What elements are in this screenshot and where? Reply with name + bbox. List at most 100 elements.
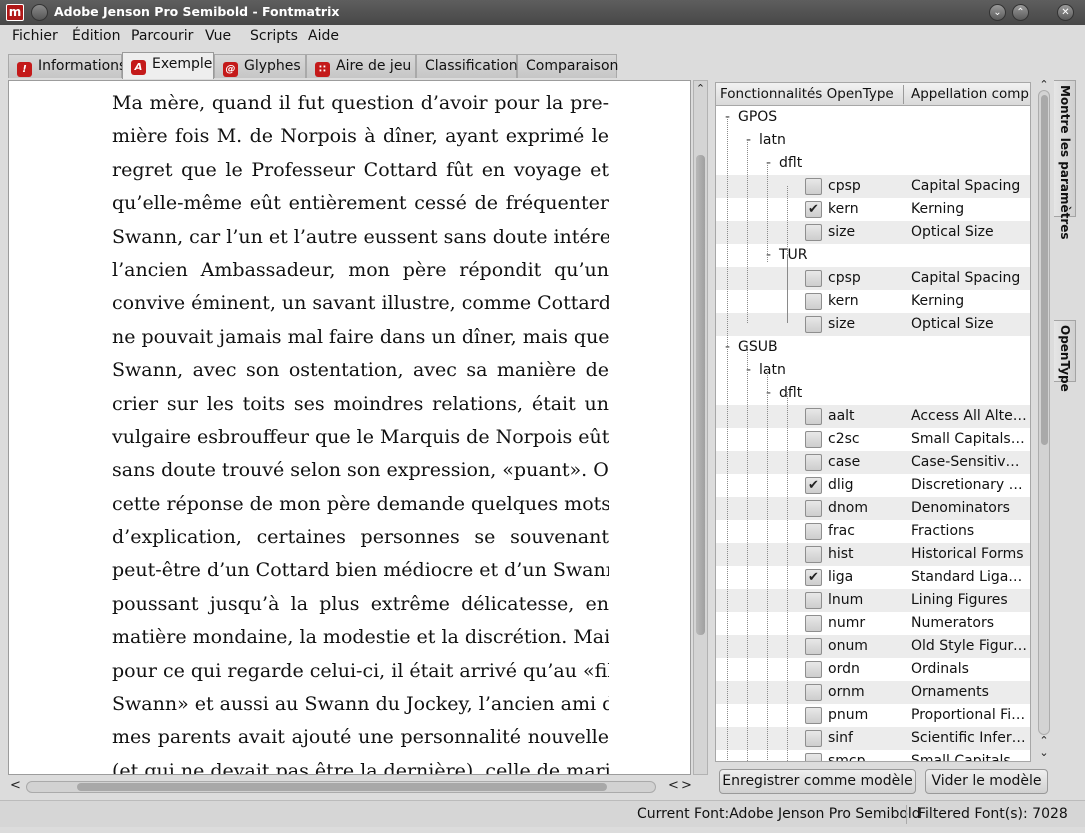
feature-tag: smcp	[828, 753, 866, 762]
sidetab-opentype[interactable]: OpenType	[1054, 320, 1076, 392]
feature-checkbox[interactable]	[805, 270, 822, 287]
feature-checkbox[interactable]	[805, 293, 822, 310]
header-separator[interactable]	[903, 85, 904, 104]
feature-row-dnom[interactable]: dnom Denominators	[716, 497, 1030, 520]
fontmatrix-app-icon[interactable]: m	[6, 4, 24, 21]
feature-checkbox[interactable]	[805, 431, 822, 448]
sample-vertical-scrollbar[interactable]: ⌃	[693, 80, 708, 775]
feature-row-size[interactable]: size Optical Size	[716, 221, 1030, 244]
feature-checkbox[interactable]	[805, 707, 822, 724]
tab-informations[interactable]: ! Informations	[8, 54, 126, 78]
feature-row-frac[interactable]: frac Fractions	[716, 520, 1030, 543]
tab-glyphes[interactable]: @ Glyphes	[214, 54, 306, 78]
feature-row-pnum[interactable]: pnum Proportional Fig…	[716, 704, 1030, 727]
tab-classification[interactable]: Classification	[416, 54, 518, 78]
feature-checkbox[interactable]	[805, 500, 822, 517]
feature-row-aalt[interactable]: aalt Access All Alter…	[716, 405, 1030, 428]
tree-node-latn[interactable]: - latn	[716, 129, 1030, 152]
window-menu-button[interactable]	[31, 4, 48, 21]
tree-vertical-scrollbar[interactable]: ⌃ ⌃ ⌄	[1037, 78, 1051, 762]
feature-row-liga[interactable]: ✔ liga Standard Ligatu…	[716, 566, 1030, 589]
scroll-left-icon[interactable]: <	[10, 778, 21, 793]
feature-tag: c2sc	[828, 431, 860, 447]
scroll-up-icon[interactable]: ⌃	[694, 82, 707, 95]
feature-checkbox[interactable]	[805, 178, 822, 195]
sample-horizontal-scrollbar[interactable]: < < >	[8, 778, 692, 796]
menu-vue[interactable]: Vue	[205, 28, 231, 44]
feature-checkbox[interactable]	[805, 661, 822, 678]
feature-full-name: Capital Spacing	[911, 178, 1021, 194]
tree-scroll-track[interactable]	[1038, 90, 1050, 735]
close-icon[interactable]: ✕	[1057, 4, 1074, 21]
menu-aide[interactable]: Aide	[308, 28, 339, 44]
save-template-button[interactable]: Enregistrer comme modèle	[719, 769, 916, 794]
sample-line: l’ancien Ambassadeur, mon père répondit …	[112, 258, 609, 281]
feature-row-cpsp[interactable]: cpsp Capital Spacing	[716, 267, 1030, 290]
sample-line: poussant jusqu’à la plus extrême délicat…	[112, 592, 609, 615]
feature-checkbox[interactable]	[805, 546, 822, 563]
horizontal-scroll-track[interactable]	[26, 781, 656, 793]
clear-template-button[interactable]: Vider le modèle	[925, 769, 1048, 794]
scroll-left-icon-right[interactable]: <	[668, 778, 679, 793]
menu-edition[interactable]: Édition	[72, 28, 120, 44]
tab-comparaison[interactable]: Comparaison	[517, 54, 618, 78]
feature-row-smcp[interactable]: smcp Small Capitals	[716, 750, 1030, 762]
feature-full-name: Standard Ligatu…	[911, 569, 1027, 585]
feature-row-case[interactable]: case Case-Sensitive …	[716, 451, 1030, 474]
feature-checkbox[interactable]	[805, 753, 822, 761]
scroll-right-icon[interactable]: >	[681, 778, 692, 793]
tree-node-tur[interactable]: - TUR	[716, 244, 1030, 267]
feature-row-ornm[interactable]: ornm Ornaments	[716, 681, 1030, 704]
tree-scroll-down-icon[interactable]: ⌄	[1037, 746, 1051, 759]
feature-checkbox[interactable]	[805, 615, 822, 632]
menu-scripts[interactable]: Scripts	[250, 28, 298, 44]
horizontal-scroll-thumb[interactable]	[77, 783, 607, 791]
sample-scroll-thumb[interactable]	[696, 155, 705, 635]
feature-checkbox[interactable]	[805, 730, 822, 747]
tree-node-gsub[interactable]: -GSUB	[716, 336, 1030, 359]
sidetab-parameters[interactable]: Montre les paramètres	[1054, 80, 1076, 240]
tab-aire-de-jeu[interactable]: ∷ Aire de jeu	[306, 54, 416, 78]
feature-checkbox[interactable]	[805, 684, 822, 701]
tree-header: Fonctionnalités OpenType Appellation com…	[716, 83, 1030, 106]
feature-tag: sinf	[828, 730, 853, 746]
feature-row-lnum[interactable]: lnum Lining Figures	[716, 589, 1030, 612]
tree-scroll-thumb[interactable]	[1041, 95, 1048, 445]
feature-checkbox[interactable]: ✔	[805, 477, 822, 494]
feature-checkbox[interactable]	[805, 523, 822, 540]
minimize-icon[interactable]: ⌄	[989, 4, 1006, 21]
feature-checkbox[interactable]	[805, 592, 822, 609]
feature-row-dlig[interactable]: ✔ dlig Discretionary Li…	[716, 474, 1030, 497]
tree-node-latn[interactable]: - latn	[716, 359, 1030, 382]
feature-row-kern[interactable]: kern Kerning	[716, 290, 1030, 313]
feature-row-size[interactable]: size Optical Size	[716, 313, 1030, 336]
opentype-features-tree[interactable]: Fonctionnalités OpenType Appellation com…	[715, 82, 1031, 762]
feature-checkbox[interactable]: ✔	[805, 569, 822, 586]
feature-row-c2sc[interactable]: c2sc Small Capitals …	[716, 428, 1030, 451]
feature-row-ordn[interactable]: ordn Ordinals	[716, 658, 1030, 681]
tree-node-dflt[interactable]: - dflt	[716, 152, 1030, 175]
sample-text-view[interactable]: Ma mère, quand il fut question d’avoir p…	[8, 80, 691, 775]
feature-checkbox[interactable]	[805, 638, 822, 655]
tree-node-gpos[interactable]: -GPOS	[716, 106, 1030, 129]
feature-row-hist[interactable]: hist Historical Forms	[716, 543, 1030, 566]
feature-row-sinf[interactable]: sinf Scientific Inferiors	[716, 727, 1030, 750]
feature-checkbox[interactable]	[805, 224, 822, 241]
feature-checkbox[interactable]	[805, 316, 822, 333]
maximize-icon[interactable]: ⌃	[1012, 4, 1029, 21]
header-features[interactable]: Fonctionnalités OpenType	[720, 86, 894, 102]
sample-text: Ma mère, quand il fut question d’avoir p…	[112, 87, 609, 774]
feature-row-cpsp[interactable]: cpsp Capital Spacing	[716, 175, 1030, 198]
sample-line: vulgaire esbrouffeur que le Marquis de N…	[112, 425, 609, 448]
feature-row-numr[interactable]: numr Numerators	[716, 612, 1030, 635]
feature-checkbox[interactable]	[805, 454, 822, 471]
feature-row-onum[interactable]: onum Old Style Figures	[716, 635, 1030, 658]
feature-checkbox[interactable]	[805, 408, 822, 425]
menu-fichier[interactable]: Fichier	[12, 28, 58, 44]
tree-node-dflt[interactable]: - dflt	[716, 382, 1030, 405]
header-full-name[interactable]: Appellation complète	[911, 86, 1030, 102]
feature-checkbox[interactable]: ✔	[805, 201, 822, 218]
feature-row-kern[interactable]: ✔ kern Kerning	[716, 198, 1030, 221]
tab-exemple[interactable]: A Exemple	[122, 52, 214, 79]
menu-parcourir[interactable]: Parcourir	[131, 28, 193, 44]
